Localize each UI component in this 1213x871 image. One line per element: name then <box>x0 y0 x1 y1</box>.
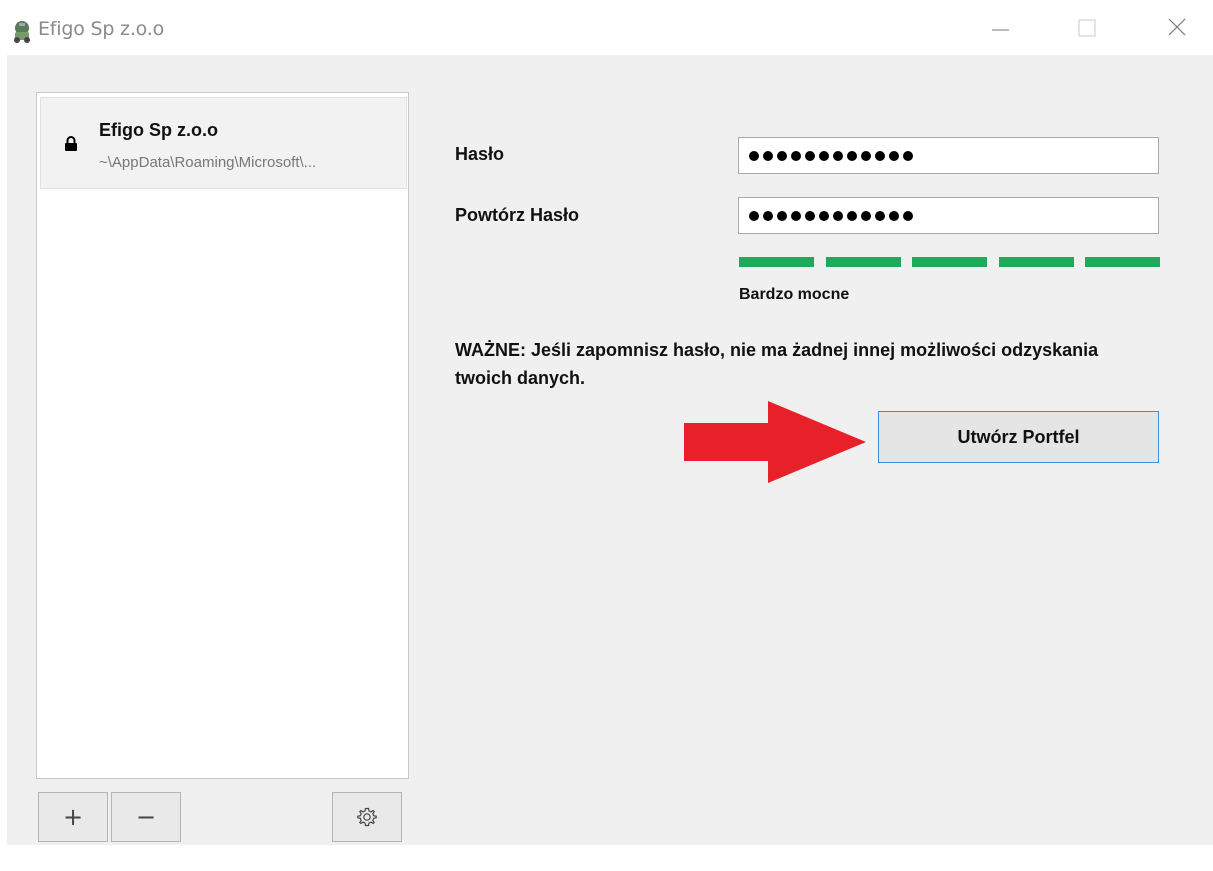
settings-button[interactable] <box>332 792 402 842</box>
warning-text: WAŻNE: Jeśli zapomnisz hasło, nie ma żad… <box>455 340 1099 388</box>
wallet-list[interactable]: Efigo Sp z.o.o ~\AppData\Roaming\Microso… <box>36 92 409 779</box>
title-bar: Efigo Sp z.o.o <box>0 0 1213 55</box>
minimize-button[interactable] <box>966 0 1032 55</box>
remove-wallet-button[interactable]: − <box>111 792 181 842</box>
strength-segment <box>1085 257 1160 267</box>
wallet-path: ~\AppData\Roaming\Microsoft\... <box>99 154 317 171</box>
minimize-icon <box>992 29 1009 31</box>
password-field[interactable] <box>738 137 1159 174</box>
red-arrow-annotation <box>684 401 866 483</box>
wallet-list-item[interactable]: Efigo Sp z.o.o ~\AppData\Roaming\Microso… <box>40 97 407 189</box>
strength-segment <box>912 257 987 267</box>
window-bottom-border <box>0 845 1213 871</box>
password-mask <box>749 150 913 161</box>
lock-icon <box>65 136 77 151</box>
create-wallet-button[interactable]: Utwórz Portfel <box>878 411 1159 463</box>
gear-icon <box>357 807 377 827</box>
wallet-name: Efigo Sp z.o.o <box>99 120 218 140</box>
strength-segment <box>999 257 1074 267</box>
add-wallet-button[interactable]: + <box>38 792 108 842</box>
close-icon <box>1168 18 1186 36</box>
strength-label: Bardzo mocne <box>739 286 850 303</box>
window-title: Efigo Sp z.o.o <box>38 18 165 40</box>
repeat-password-mask <box>749 210 913 221</box>
maximize-button[interactable] <box>1055 0 1121 55</box>
repeat-password-label: Powtórz Hasło <box>455 205 580 225</box>
close-button[interactable] <box>1144 0 1210 55</box>
maximize-icon <box>1078 19 1096 37</box>
strength-segment <box>739 257 814 267</box>
strength-segment <box>826 257 901 267</box>
password-label: Hasło <box>455 144 505 164</box>
repeat-password-field[interactable] <box>738 197 1159 234</box>
app-logo-icon <box>14 21 30 43</box>
